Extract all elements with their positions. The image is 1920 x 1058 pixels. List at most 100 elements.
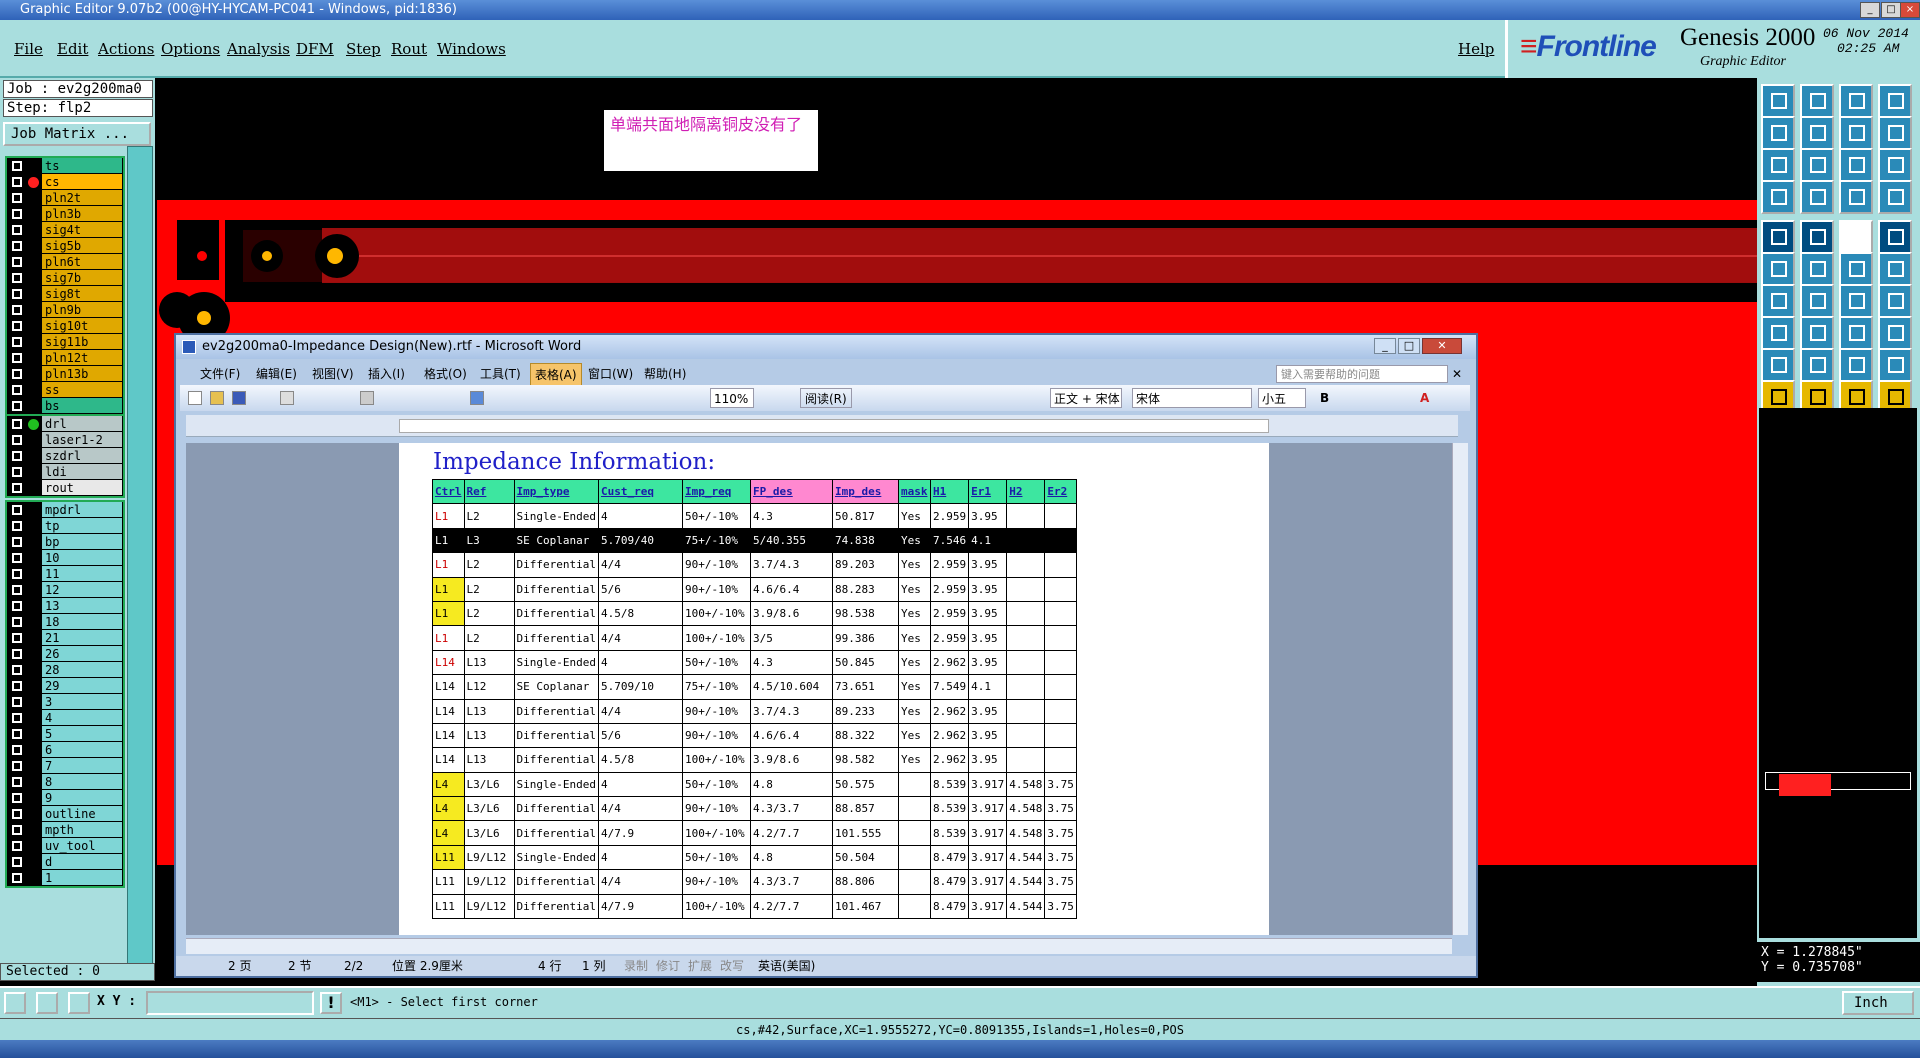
tool-button-icon[interactable]	[1839, 116, 1873, 150]
ws-track[interactable]: 修订	[656, 956, 680, 976]
menu-file[interactable]: File	[14, 40, 43, 58]
word-menu-window[interactable]: 窗口(W)	[588, 363, 633, 385]
layer-row[interactable]: 8	[7, 774, 123, 790]
save-icon[interactable]	[232, 391, 246, 405]
layer-checkbox[interactable]	[12, 633, 22, 643]
units-toggle[interactable]: Inch	[1842, 991, 1914, 1015]
layer-row[interactable]: d	[7, 854, 123, 870]
layer-checkbox[interactable]	[12, 177, 22, 187]
word-menu-view[interactable]: 视图(V)	[312, 363, 354, 385]
layer-row[interactable]: pln6t	[7, 254, 123, 270]
layer-row[interactable]: ss	[7, 382, 123, 398]
layer-checkbox[interactable]	[12, 209, 22, 219]
layer-checkbox[interactable]	[12, 451, 22, 461]
info-button[interactable]: !	[320, 992, 342, 1014]
layer-row[interactable]: 21	[7, 630, 123, 646]
tool-button-icon[interactable]	[1839, 180, 1873, 214]
layer-checkbox[interactable]	[12, 601, 22, 611]
close-button[interactable]: ×	[1900, 2, 1920, 18]
layer-row[interactable]: 3	[7, 694, 123, 710]
layer-row[interactable]: ts	[7, 158, 123, 174]
word-doc-close-icon[interactable]: ✕	[1452, 363, 1462, 385]
tool-button-icon[interactable]	[1839, 252, 1873, 286]
tool-button-icon[interactable]	[1761, 84, 1795, 118]
table-row[interactable]: L11 L9/L12 Differential 4/4 90+/-10% 4.3/3.7 8…	[432, 869, 1078, 895]
tool-button-icon[interactable]	[1839, 84, 1873, 118]
layer-checkbox[interactable]	[12, 841, 22, 851]
layer-row[interactable]: 7	[7, 758, 123, 774]
word-menu-insert[interactable]: 插入(I)	[368, 363, 405, 385]
table-row[interactable]: L1 L2 Single-Ended 4 50+/-10% 4.3 50.817 Yes 2.9…	[432, 503, 1078, 529]
tool-button-icon[interactable]	[1761, 180, 1795, 214]
layer-row[interactable]: pln13b	[7, 366, 123, 382]
word-maximize-button[interactable]: □	[1398, 338, 1420, 354]
word-menu-file[interactable]: 文件(F)	[200, 363, 240, 385]
menu-step[interactable]: Step	[346, 40, 381, 58]
tool-button-icon[interactable]	[1800, 180, 1834, 214]
layer-checkbox[interactable]	[12, 553, 22, 563]
font-select[interactable]: 宋体	[1132, 388, 1252, 408]
layer-checkbox[interactable]	[12, 617, 22, 627]
layer-checkbox[interactable]	[12, 161, 22, 171]
layer-checkbox[interactable]	[12, 761, 22, 771]
layer-row[interactable]: 28	[7, 662, 123, 678]
table-row[interactable]: L4 L3/L6 Single-Ended 4 50+/-10% 4.8 50.575 8.5…	[432, 771, 1078, 798]
tool-button-icon[interactable]	[1839, 284, 1873, 318]
table-row[interactable]: L1 L3 SE Coplanar 5.709/40 75+/-10% 5/40.355 7…	[432, 527, 1078, 554]
layer-row[interactable]: bs	[7, 398, 123, 414]
word-menu-table[interactable]: 表格(A)	[530, 363, 582, 387]
layer-row[interactable]: 26	[7, 646, 123, 662]
layer-row[interactable]: sig4t	[7, 222, 123, 238]
layer-row[interactable]: szdrl	[7, 448, 123, 464]
tool-button-icon[interactable]	[1800, 348, 1834, 382]
font-size-select[interactable]: 小五	[1258, 388, 1306, 408]
tool-button-icon[interactable]	[1839, 148, 1873, 182]
zoom-select[interactable]: 110%	[710, 388, 754, 408]
xy-input[interactable]	[146, 991, 314, 1015]
ws-overtype[interactable]: 改写	[720, 956, 744, 976]
tool-button-icon[interactable]	[1878, 116, 1912, 150]
layer-checkbox[interactable]	[12, 369, 22, 379]
layer-checkbox[interactable]	[12, 713, 22, 723]
layer-row[interactable]: 10	[7, 550, 123, 566]
tool-button-icon[interactable]	[1878, 220, 1912, 254]
table-row[interactable]: L1 L2 Differential 4/4 90+/-10% 3.7/4.3 89.203…	[432, 552, 1078, 578]
layer-checkbox[interactable]	[12, 435, 22, 445]
layer-row[interactable]: 4	[7, 710, 123, 726]
open-folder-icon[interactable]	[210, 391, 224, 405]
style-select[interactable]: 正文 + 宋体	[1050, 388, 1122, 408]
layer-checkbox[interactable]	[12, 225, 22, 235]
table-row[interactable]: L1 L2 Differential 4/4 100+/-10% 3/5 99.386 Yes…	[432, 625, 1078, 651]
word-menu-tools[interactable]: 工具(T)	[480, 363, 521, 385]
tool-button-icon[interactable]	[1800, 148, 1834, 182]
word-menu-edit[interactable]: 编辑(E)	[256, 363, 297, 385]
table-row[interactable]: L14 L12 SE Coplanar 5.709/10 75+/-10% 4.5/10.…	[432, 674, 1078, 700]
layer-row[interactable]: ldi	[7, 464, 123, 480]
tool-button-icon[interactable]	[1800, 84, 1834, 118]
layer-checkbox[interactable]	[12, 729, 22, 739]
tool-button-icon[interactable]	[1800, 116, 1834, 150]
read-mode-button[interactable]: 阅读(R)	[800, 388, 852, 408]
layer-row[interactable]: 18	[7, 614, 123, 630]
layer-checkbox[interactable]	[12, 857, 22, 867]
tool-button-icon[interactable]	[1878, 180, 1912, 214]
bold-button[interactable]: B	[1320, 385, 1329, 411]
layer-row[interactable]: bp	[7, 534, 123, 550]
table-row[interactable]: L14 L13 Single-Ended 4 50+/-10% 4.3 50.845 Yes 2…	[432, 649, 1078, 676]
menu-windows[interactable]: Windows	[437, 40, 506, 58]
layer-row[interactable]: outline	[7, 806, 123, 822]
word-vscrollbar[interactable]	[1452, 443, 1468, 935]
new-doc-icon[interactable]	[188, 391, 202, 405]
layer-row[interactable]: mpth	[7, 822, 123, 838]
menu-analysis[interactable]: Analysis	[227, 40, 290, 58]
layer-checkbox[interactable]	[12, 273, 22, 283]
layer-row[interactable]: sig7b	[7, 270, 123, 286]
layer-checkbox[interactable]	[12, 585, 22, 595]
layer-row[interactable]: rout	[7, 480, 123, 496]
layer-row[interactable]: 6	[7, 742, 123, 758]
layer-row[interactable]: 29	[7, 678, 123, 694]
layer-row[interactable]: pln9b	[7, 302, 123, 318]
print-icon[interactable]	[280, 391, 294, 405]
layer-checkbox[interactable]	[12, 305, 22, 315]
tool-button-icon[interactable]	[1878, 148, 1912, 182]
